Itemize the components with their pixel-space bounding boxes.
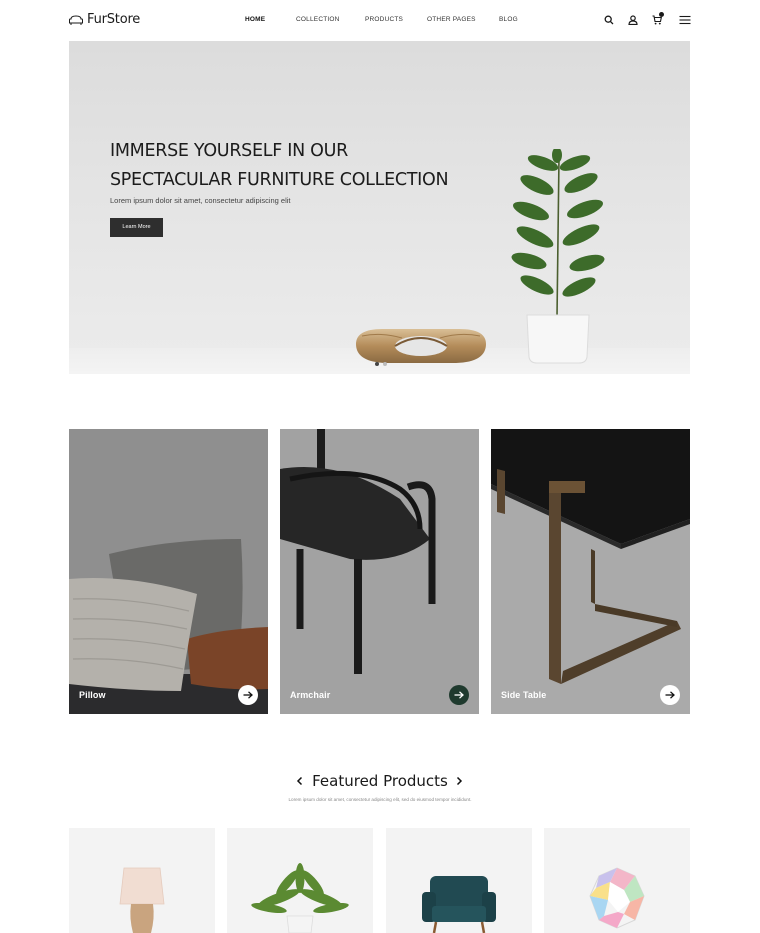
featured-header: Featured Products xyxy=(0,772,760,791)
main-nav: HOME COLLECTION PRODUCTS OTHER PAGES BLO… xyxy=(0,16,760,26)
wooden-sculpture-image xyxy=(356,328,486,363)
arrow-right-icon[interactable] xyxy=(238,685,258,705)
product-card-plant[interactable] xyxy=(227,828,373,933)
category-label-side-table: Side Table xyxy=(501,690,547,700)
arrow-right-icon[interactable] xyxy=(660,685,680,705)
category-card-side-table[interactable]: Side Table xyxy=(491,429,690,714)
armchair-image xyxy=(280,429,479,714)
side-table-image xyxy=(491,429,690,714)
cart-count-badge xyxy=(659,12,664,17)
hero-title-line-2: SPECTACULAR FURNITURE COLLECTION xyxy=(110,170,449,190)
product-card-pouf[interactable] xyxy=(544,828,690,933)
category-card-pillow[interactable]: Pillow xyxy=(69,429,268,714)
featured-subtitle: Lorem ipsum dolor sit amet, consectetur … xyxy=(288,797,472,802)
search-icon[interactable] xyxy=(603,14,615,26)
chevron-left-icon[interactable] xyxy=(295,776,305,786)
chevron-right-icon[interactable] xyxy=(454,776,464,786)
slide-dot-2[interactable] xyxy=(383,362,387,366)
potted-plant-image xyxy=(511,149,605,364)
nav-blog[interactable]: BLOG xyxy=(499,16,518,23)
hero-subtitle: Lorem ipsum dolor sit amet, consectetur … xyxy=(110,196,291,205)
user-icon[interactable] xyxy=(627,14,639,26)
patchwork-pouf-image xyxy=(589,867,645,929)
cart-icon[interactable] xyxy=(651,12,664,26)
table-lamp-image xyxy=(119,867,165,933)
hero-slider-dots xyxy=(375,362,387,366)
category-label-armchair: Armchair xyxy=(290,690,331,700)
nav-other-pages[interactable]: OTHER PAGES xyxy=(427,16,476,23)
category-card-armchair[interactable]: Armchair xyxy=(280,429,479,714)
menu-icon[interactable] xyxy=(679,14,691,26)
arrow-right-icon[interactable] xyxy=(449,685,469,705)
teal-armchair-image xyxy=(422,876,496,933)
potted-plant-product-image xyxy=(251,863,349,933)
site-header: FurStore HOME COLLECTION PRODUCTS OTHER … xyxy=(0,0,760,41)
learn-more-button[interactable]: Learn More xyxy=(110,218,163,237)
hero-title: IMMERSE YOURSELF IN OUR SPECTACULAR FURN… xyxy=(110,137,510,195)
nav-products[interactable]: PRODUCTS xyxy=(365,16,403,23)
nav-collection[interactable]: COLLECTION xyxy=(296,16,340,23)
featured-title: Featured Products xyxy=(312,772,448,790)
hero-banner: IMMERSE YOURSELF IN OUR SPECTACULAR FURN… xyxy=(69,41,690,374)
nav-home[interactable]: HOME xyxy=(245,16,265,23)
slide-dot-1[interactable] xyxy=(375,362,379,366)
pillow-image xyxy=(69,429,268,714)
product-card-lamp[interactable] xyxy=(69,828,215,933)
category-label-pillow: Pillow xyxy=(79,690,106,700)
product-card-armchair[interactable] xyxy=(386,828,532,933)
hero-title-line-1: IMMERSE YOURSELF IN OUR xyxy=(110,141,348,161)
